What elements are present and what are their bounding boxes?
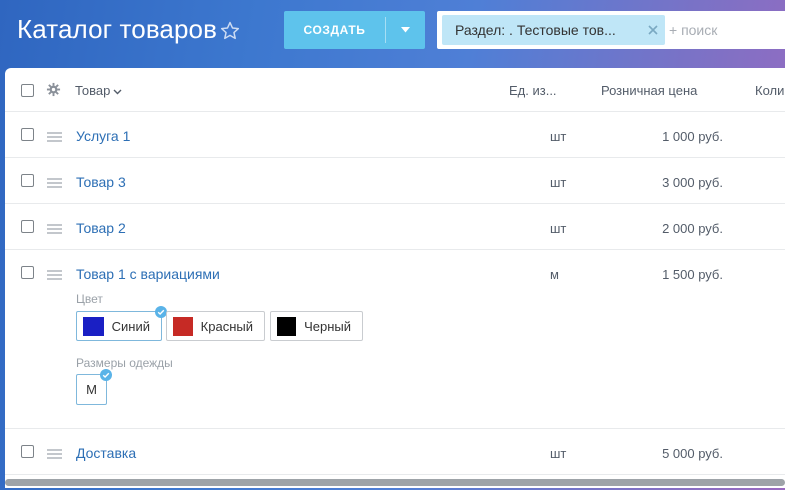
table-row: Услуга 1 шт 1 000 руб.	[5, 112, 785, 158]
row-checkbox[interactable]	[21, 174, 34, 187]
drag-handle-icon[interactable]	[47, 449, 62, 459]
unit-cell: шт	[550, 175, 567, 190]
row-checkbox[interactable]	[21, 445, 34, 458]
create-dropdown-toggle[interactable]	[386, 27, 425, 33]
drag-handle-icon[interactable]	[47, 270, 62, 280]
drag-handle-icon[interactable]	[47, 178, 62, 188]
filter-tag[interactable]: Раздел: . Тестовые тов...	[442, 15, 665, 45]
create-button[interactable]: СОЗДАТЬ	[284, 11, 425, 49]
unit-cell: шт	[550, 446, 567, 461]
color-swatch	[173, 316, 193, 336]
price-cell: 3 000 руб.	[662, 175, 723, 190]
size-option-m[interactable]: M	[76, 369, 112, 405]
close-icon[interactable]	[646, 23, 660, 37]
row-checkbox[interactable]	[21, 266, 34, 279]
filter-tag-label: Раздел: . Тестовые тов...	[455, 22, 616, 38]
price-cell: 5 000 руб.	[662, 446, 723, 461]
color-swatch	[277, 316, 297, 336]
table-row: Товар 1 с вариациями м 1 500 руб. Цвет С…	[5, 250, 785, 429]
row-checkbox[interactable]	[21, 220, 34, 233]
color-option-label: Красный	[200, 318, 253, 334]
color-option-red[interactable]: Красный	[166, 311, 265, 341]
caret-down-icon	[401, 27, 410, 33]
page-title: Каталог товаров	[17, 14, 218, 44]
column-header-qty[interactable]: Коли	[755, 83, 784, 98]
grid-header: Товар Ед. из... Розничная цена Коли	[5, 68, 785, 112]
price-cell: 1 000 руб.	[662, 129, 723, 144]
color-option-blue[interactable]: Синий	[76, 306, 167, 341]
check-badge-icon	[100, 369, 112, 381]
table-row: Доставка шт 5 000 руб.	[5, 429, 785, 475]
horizontal-scrollbar[interactable]	[5, 479, 785, 486]
column-header-product-label: Товар	[75, 83, 111, 98]
size-option-label: M	[86, 382, 97, 397]
top-bar: Каталог товаров СОЗДАТЬ Раздел: . Тестов…	[0, 0, 785, 62]
product-link[interactable]: Услуга 1	[76, 128, 130, 144]
chevron-down-icon	[113, 89, 122, 95]
product-link[interactable]: Товар 1 с вариациями	[76, 266, 220, 282]
color-property-label: Цвет	[76, 292, 103, 306]
table-row: Товар 2 шт 2 000 руб.	[5, 204, 785, 250]
color-option-label: Синий	[111, 318, 150, 334]
column-header-unit[interactable]: Ед. из...	[509, 83, 557, 98]
product-link[interactable]: Доставка	[76, 445, 136, 461]
row-checkbox[interactable]	[21, 128, 34, 141]
price-cell: 1 500 руб.	[662, 267, 723, 282]
table-row: Товар 3 шт 3 000 руб.	[5, 158, 785, 204]
star-icon[interactable]	[219, 20, 241, 42]
product-link[interactable]: Товар 3	[76, 174, 126, 190]
size-property-label: Размеры одежды	[76, 356, 173, 370]
select-all-checkbox[interactable]	[21, 84, 34, 97]
filter-search-box[interactable]: Раздел: . Тестовые тов...	[437, 11, 785, 49]
unit-cell: м	[550, 267, 559, 282]
search-input[interactable]	[669, 15, 785, 45]
product-grid: Товар Ед. из... Розничная цена Коли Услу…	[5, 68, 785, 488]
drag-handle-icon[interactable]	[47, 132, 62, 142]
drag-handle-icon[interactable]	[47, 224, 62, 234]
unit-cell: шт	[550, 129, 567, 144]
color-option-label: Черный	[304, 318, 351, 334]
unit-cell: шт	[550, 221, 567, 236]
column-header-product[interactable]: Товар	[75, 83, 122, 98]
gear-icon[interactable]	[46, 82, 61, 97]
create-button-label: СОЗДАТЬ	[303, 23, 366, 37]
color-swatch	[83, 316, 104, 336]
product-link[interactable]: Товар 2	[76, 220, 126, 236]
price-cell: 2 000 руб.	[662, 221, 723, 236]
color-option-black[interactable]: Черный	[270, 311, 363, 341]
column-header-price[interactable]: Розничная цена	[601, 83, 697, 98]
